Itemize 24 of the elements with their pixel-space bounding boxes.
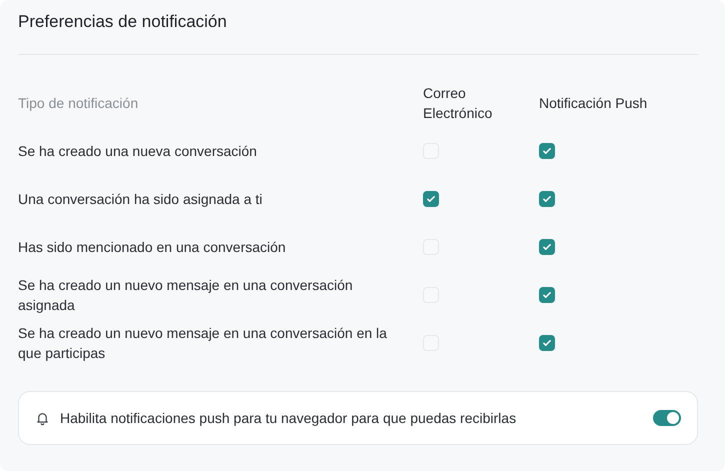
toggle-switch[interactable] [653,410,681,426]
check-icon [542,242,552,252]
notification-type: Has sido mencionado en una conversación [18,238,287,257]
column-header: Correo Electrónico [423,84,494,123]
checkbox[interactable] [539,143,555,159]
check-icon [542,338,552,348]
checkbox[interactable] [539,191,555,207]
checkbox[interactable] [423,191,439,207]
checkbox[interactable] [539,239,555,255]
notification-type: Se ha creado una nueva conversación [18,142,258,161]
check-icon [426,194,436,204]
bell-icon [35,410,50,426]
check-icon [542,146,552,156]
section-title: Preferencias de notificación [18,11,228,33]
checkbox[interactable] [539,335,555,351]
notification-type: Se ha creado un nuevo mensaje en una conversación en la que participas [18,324,388,363]
notification-type: Se ha creado un nuevo mensaje en una conversación asignada [18,276,354,315]
column-header: Notificación Push [539,94,648,112]
banner-text: Habilita notificaciones push para tu navegador para que puedas recibirlas [60,408,518,428]
check-icon [542,194,552,204]
column-header: Tipo de notificación [18,94,140,113]
check-icon [542,290,552,300]
notification-type: Una conversación ha sido asignada a ti [18,190,264,209]
checkbox[interactable] [539,287,555,303]
